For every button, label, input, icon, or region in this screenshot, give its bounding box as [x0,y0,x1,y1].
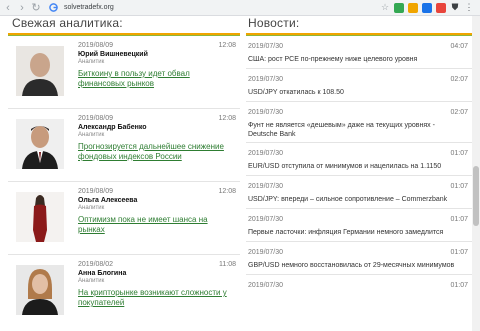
news-headline[interactable]: США: рост PCE по-прежнему ниже целевого … [248,55,463,64]
news-item[interactable]: 2019/07/30 01:07 USD/JPY: впереди – силь… [246,176,472,209]
author-name: Анна Блогина [78,270,127,277]
post-date: 2019/08/09 [78,115,114,122]
author-name: Юрий Вишневецкий [78,51,148,58]
author-name: Александр Бабенко [78,124,147,131]
news-item[interactable]: 2019/07/30 04:07 США: рост PCE по-прежне… [246,36,472,69]
menu-icon[interactable]: ⋮ [464,2,474,13]
avatar[interactable] [16,192,64,242]
news-date: 2019/07/30 [248,150,284,157]
list-item: 2019/08/09 12:08 Ольга Алексеева Аналити… [8,182,240,255]
news-time: 01:07 [450,150,468,157]
list-item: 2019/08/09 12:08 Юрий Вишневецкий Аналит… [8,36,240,109]
avatar[interactable] [16,265,64,315]
author-role: Аналитик [78,278,105,284]
analytics-heading: Свежая аналитика: [12,16,123,30]
reload-icon[interactable]: ↻ [30,1,42,15]
post-date: 2019/08/09 [78,188,114,195]
post-time: 12:08 [218,42,236,49]
list-item: 2019/08/09 12:08 Александр Бабенко Анали… [8,109,240,182]
news-item[interactable]: 2019/07/30 01:07 [246,275,472,308]
post-time: 12:08 [218,188,236,195]
page-scrollbar[interactable] [472,16,480,331]
news-time: 01:07 [450,216,468,223]
author-name: Ольга Алексеева [78,197,138,204]
author-role: Аналитик [78,132,105,138]
article-link[interactable]: Прогнозируется дальнейшее снижение фондо… [78,142,233,162]
extension-icon[interactable] [394,2,404,13]
news-time: 02:07 [450,109,468,116]
forward-icon[interactable]: › [16,1,28,15]
news-item[interactable]: 2019/07/30 01:07 Первые ласточки: инфляц… [246,209,472,242]
news-date: 2019/07/30 [248,43,284,50]
news-date: 2019/07/30 [248,183,284,190]
post-date: 2019/08/09 [78,42,114,49]
news-item[interactable]: 2019/07/30 02:07 Фунт не является «дешев… [246,102,472,143]
news-list: 2019/07/30 04:07 США: рост PCE по-прежне… [246,36,472,308]
list-item: 2019/08/02 11:08 Анна Блогина Аналитик Н… [8,255,240,328]
news-headline[interactable]: EUR/USD отступила от минимумов и нацелил… [248,162,463,171]
article-link[interactable]: На крипторынке возникают сложности у пок… [78,288,233,308]
news-date: 2019/07/30 [248,249,284,256]
news-date: 2019/07/30 [248,109,284,116]
extension-icon[interactable] [436,2,446,13]
post-time: 11:08 [219,261,236,268]
extension-bar: ☆ ⛊ ⋮ [376,2,480,13]
back-icon[interactable]: ‹ [2,1,14,15]
news-date: 2019/07/30 [248,216,284,223]
news-date: 2019/07/30 [248,282,284,289]
news-date: 2019/07/30 [248,76,284,83]
extension-icon[interactable] [422,2,432,13]
shield-icon[interactable]: ⛊ [450,2,460,13]
news-headline[interactable]: GBP/USD немного восстановилась от 29-мес… [248,261,463,270]
article-link[interactable]: Биткоину в пользу идет обвал финансовых … [78,69,233,89]
news-time: 04:07 [450,43,468,50]
news-item[interactable]: 2019/07/30 02:07 USD/JPY откатилась к 10… [246,69,472,102]
author-role: Аналитик [78,205,105,211]
news-headline[interactable]: Первые ласточки: инфляция Германии немно… [248,228,463,237]
news-item[interactable]: 2019/07/30 01:07 EUR/USD отступила от ми… [246,143,472,176]
author-role: Аналитик [78,59,105,65]
browser-toolbar: ‹ › ↻ solvetradefx.org ☆ ⛊ ⋮ [0,0,480,16]
news-time: 01:07 [450,249,468,256]
news-item[interactable]: 2019/07/30 01:07 GBP/USD немного восстан… [246,242,472,275]
news-time: 02:07 [450,76,468,83]
avatar[interactable] [16,119,64,169]
google-icon [48,3,58,13]
analytics-list: 2019/08/09 12:08 Юрий Вишневецкий Аналит… [8,36,240,328]
scrollbar-thumb[interactable] [473,166,479,226]
post-time: 12:08 [218,115,236,122]
star-icon[interactable]: ☆ [380,2,390,13]
news-headline[interactable]: USD/JPY откатилась к 108.50 [248,88,463,97]
article-link[interactable]: Оптимизм пока не имеет шанса на рынках [78,215,233,235]
extension-icon[interactable] [408,2,418,13]
avatar[interactable] [16,46,64,96]
news-time: 01:07 [450,183,468,190]
news-headline[interactable]: Фунт не является «дешевым» даже на текущ… [248,121,463,139]
news-heading: Новости: [248,16,300,30]
news-headline[interactable]: USD/JPY: впереди – сильное сопротивление… [248,195,463,204]
address-bar[interactable]: solvetradefx.org [64,4,114,11]
news-time: 01:07 [450,282,468,289]
post-date: 2019/08/02 [78,261,114,268]
